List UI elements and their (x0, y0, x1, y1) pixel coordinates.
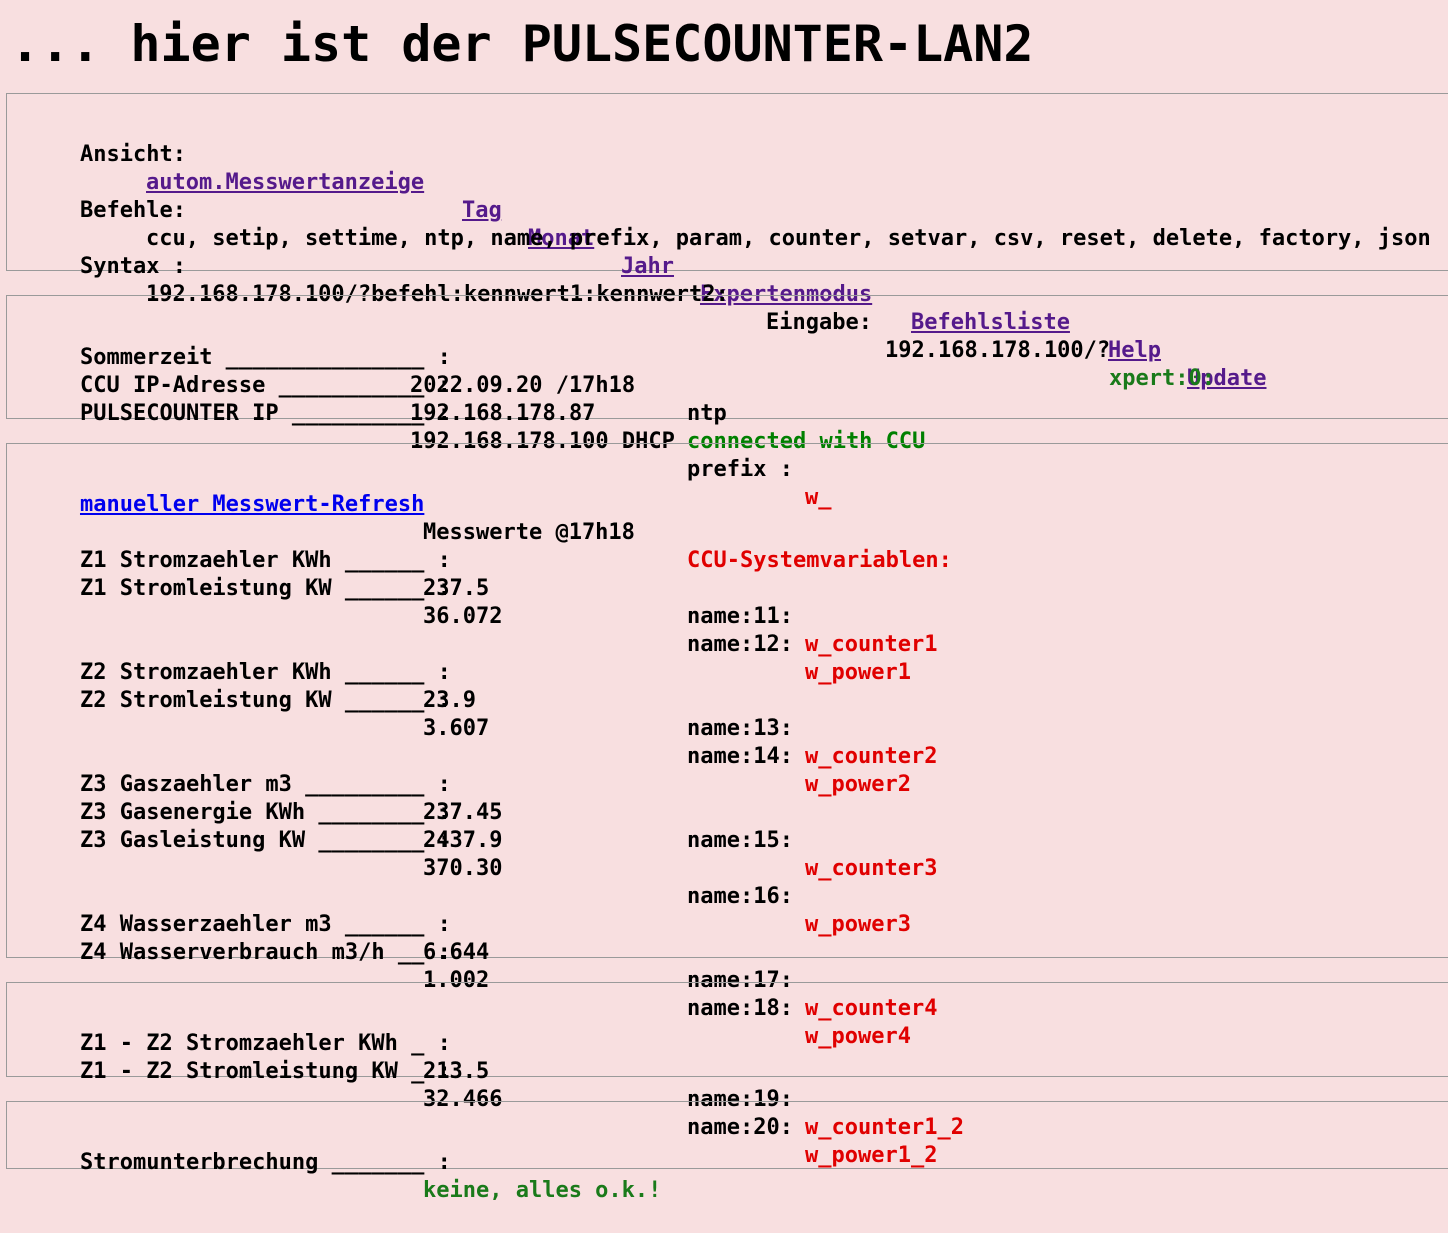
power-outage-panel: Stromunterbrechung _______ : keine, alle… (6, 1101, 1448, 1203)
measurement-label: Z4 Wasserverbrauch m3/h __ : (79, 940, 451, 965)
command-panel: Ansicht: autom.Messwertanzeige Tag Monat… (6, 93, 1448, 391)
sysvar-name: w_power1 (805, 660, 911, 685)
commands-list: ccu, setip, settime, ntp, name, prefix, … (146, 226, 1431, 251)
measurement-time: Messwerte @17h18 (423, 520, 635, 545)
difference-label: Z1 - Z2 Stromleistung KW _ : (79, 1059, 451, 1084)
sysvar-name-label: name:14: (687, 744, 793, 769)
sysvar-name-label: name:12: (687, 632, 793, 657)
nav-label: Ansicht: (79, 142, 186, 167)
power-outage-status: keine, alles o.k.! (423, 1178, 662, 1203)
page-title: ... hier ist der PULSECOUNTER-LAN2 (10, 15, 1034, 73)
sysvar-header: CCU-Systemvariablen: (687, 548, 952, 573)
sysvar-name-label: name:16: (687, 884, 793, 909)
measurement-value: 36.072 (423, 604, 503, 629)
measurements-panel: manueller Messwert-Refresh Messwerte @17… (6, 443, 1448, 1049)
nav-link-jahr[interactable]: Jahr (621, 253, 674, 281)
power-outage-label: Stromunterbrechung _______ : (79, 1150, 451, 1175)
power-outage-row: Stromunterbrechung _______ : keine, alle… (27, 1121, 661, 1233)
sysvar-name: w_power3 (805, 912, 911, 937)
sysvar-name-label: name:11: (687, 604, 793, 629)
sysvar-name: w_counter3 (805, 856, 938, 881)
status-panel: Sommerzeit _______________ : 2022.09.20 … (6, 295, 1448, 510)
sysvar-name-label: name:13: (687, 716, 793, 741)
measurement-label: Z2 Stromleistung KW ______ : (79, 688, 451, 713)
measurement-value: 3.607 (423, 716, 490, 741)
sysvar-name: w_power2 (805, 772, 911, 797)
difference-panel: Z1 - Z2 Stromzaehler KWh _ : 213.5 name:… (6, 982, 1448, 1168)
manual-refresh-link[interactable]: manueller Messwert-Refresh (80, 492, 424, 517)
sysvar-name-label: name:15: (687, 828, 793, 853)
measurement-label: Z1 Stromleistung KW ______ : (79, 576, 451, 601)
sysvar-name: w_counter2 (805, 744, 938, 769)
syntax-label: Syntax : (79, 254, 186, 279)
summer-time-source: ntp (687, 401, 727, 426)
pulsecounter-ip-label: PULSECOUNTER IP __________ : (79, 401, 451, 426)
measurement-label: Z3 Gasleistung KW ________ : (79, 828, 451, 853)
measurement-value: 370.30 (423, 856, 503, 881)
sysvar-name: w_counter1 (805, 632, 938, 657)
nav-link-autom-messwertanzeige[interactable]: autom.Messwertanzeige (146, 169, 424, 197)
nav-link-tag[interactable]: Tag (462, 197, 502, 225)
commands-label: Befehle: (79, 198, 186, 223)
